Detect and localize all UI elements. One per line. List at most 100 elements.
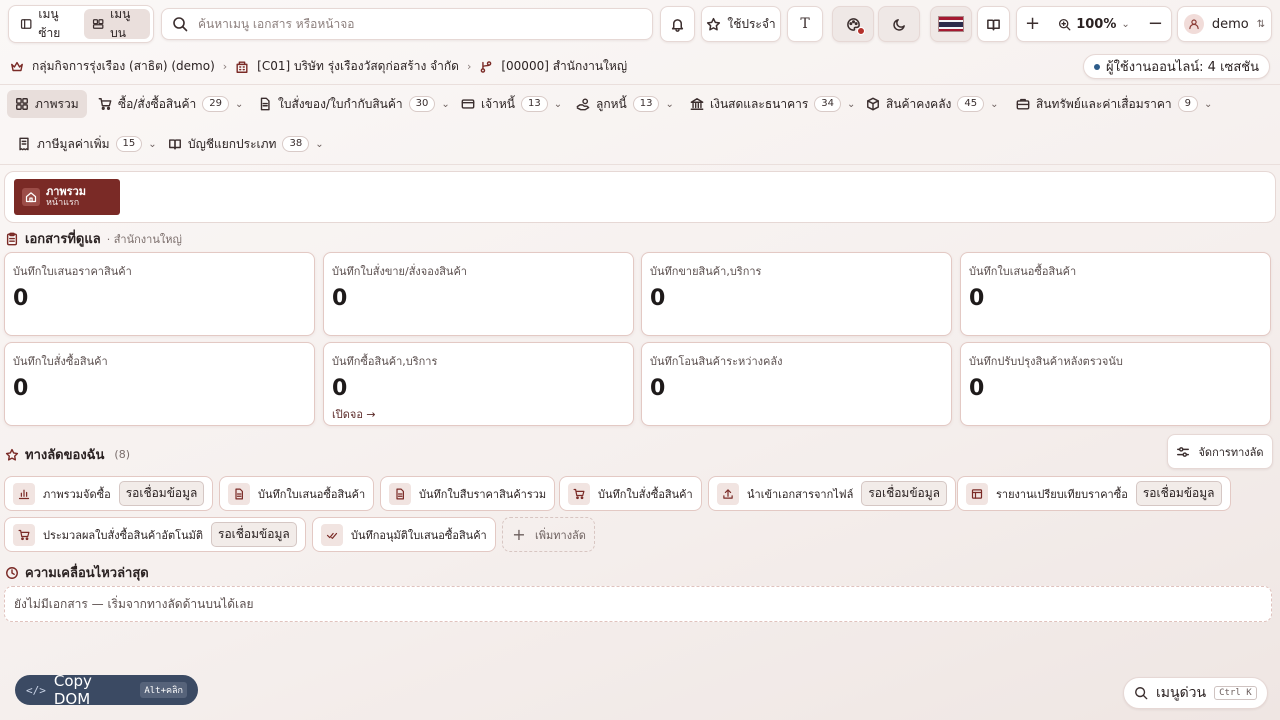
briefcase-icon — [1016, 98, 1030, 110]
shortcut-item[interactable]: บันทึกใบสั่งซื้อสินค้า — [559, 476, 702, 511]
menu-payable[interactable]: เจ้าหนี้ 13 ⌄ — [461, 90, 562, 118]
shortcut-label: ประมวลผลใบสั่งซื้อสินค้าอัตโนมัติ — [43, 528, 204, 542]
chevron-right-icon: › — [466, 60, 472, 73]
search-icon — [1135, 687, 1148, 700]
search-input[interactable]: ค้นหาเมนู เอกสาร หรือหน้าจอ — [161, 8, 653, 40]
recent-empty-text: ยังไม่มีเอกสาร — เริ่มจากทางลัดด้านบนได้… — [14, 596, 254, 611]
breadcrumb-company[interactable]: [C01] บริษัท รุ่งเรืองวัสดุก่อสร้าง จำกั… — [257, 57, 459, 76]
palette-color-dot — [857, 27, 865, 35]
menu-ledger[interactable]: บัญชีแยกประเภท 38 ⌄ — [168, 130, 324, 158]
star-icon — [5, 448, 19, 461]
cart-icon — [13, 523, 35, 546]
favorites-button[interactable]: ใช้ประจำ — [701, 6, 781, 42]
copy-dom-shortcut: Alt+คลิก — [140, 682, 187, 698]
doc-card-count: 0 — [650, 376, 666, 401]
user-name: demo — [1211, 16, 1249, 32]
menu-cash-bank[interactable]: เงินสดและธนาคาร 34 ⌄ — [690, 90, 855, 118]
menu-payable-label: เจ้าหนี้ — [481, 96, 515, 111]
shortcut-label: บันทึกใบสั่งซื้อสินค้า — [598, 487, 693, 501]
doc-card-label: บันทึกโอนสินค้าระหว่างคลัง — [650, 355, 783, 368]
search-icon — [173, 17, 188, 32]
menu-top-option[interactable]: เมนูบน — [83, 7, 150, 40]
menu-purchase[interactable]: ซื้อ/สั่งซื้อสินค้า 29 ⌄ — [98, 90, 243, 118]
menu-inventory[interactable]: สินค้าคงคลัง 45 ⌄ — [866, 90, 999, 118]
menu-inventory-label: สินค้าคงคลัง — [886, 96, 952, 111]
doc-card-count: 0 — [332, 376, 348, 401]
zoom-in-icon[interactable]: + — [1025, 15, 1040, 33]
doc-card[interactable]: บันทึกโอนสินค้าระหว่างคลัง 0 — [641, 342, 952, 426]
shortcut-item[interactable]: รายงานเปรียบเทียบราคาซื้อ รอเชื่อมข้อมูล — [957, 476, 1231, 511]
open-screen-link[interactable]: เปิดจอ → — [332, 405, 625, 423]
menu-overview[interactable]: ภาพรวม — [7, 90, 87, 118]
copy-dom-label: Copy DOM — [53, 672, 92, 708]
font-size-button[interactable]: T — [787, 6, 823, 42]
breadcrumb-branch[interactable]: [00000] สำนักงานใหญ่ — [501, 57, 627, 76]
chevron-down-icon: ⌄ — [847, 98, 856, 110]
manage-shortcuts-button[interactable]: จัดการทางลัด — [1167, 434, 1273, 469]
home-icon — [22, 188, 40, 206]
doc-card-label: บันทึกปรับปรุงสินค้าหลังตรวจนับ — [969, 355, 1123, 368]
doc-card[interactable]: บันทึกซื้อสินค้า,บริการ 0 เปิดจอ → — [323, 342, 634, 426]
card-icon — [461, 99, 475, 109]
menu-layout-toggle: เมนูซ้าย เมนูบน — [8, 5, 154, 43]
search-placeholder: ค้นหาเมนู เอกสาร หรือหน้าจอ — [198, 16, 355, 31]
cart-icon — [98, 98, 112, 110]
menu-vat[interactable]: ภาษีมูลค่าเพิ่ม 15 ⌄ — [17, 130, 157, 158]
doc-card[interactable]: บันทึกปรับปรุงสินค้าหลังตรวจนับ 0 — [960, 342, 1271, 426]
cart-icon — [568, 482, 590, 505]
menu-receivable-label: ลูกหนี้ — [596, 96, 627, 111]
shortcut-item[interactable]: ภาพรวมจัดซื้อ รอเชื่อมข้อมูล — [4, 476, 214, 511]
menu-ledger-label: บัญชีแยกประเภท — [188, 136, 277, 151]
theme-palette-button[interactable] — [832, 6, 874, 42]
shortcut-item[interactable]: บันทึกใบเสนอซื้อสินค้า — [219, 476, 375, 511]
doc-card[interactable]: บันทึกใบเสนอราคาสินค้า 0 — [4, 252, 315, 336]
zoom-out-icon[interactable]: − — [1148, 15, 1163, 33]
recent-empty-state: ยังไม่มีเอกสาร — เริ่มจากทางลัดด้านบนได้… — [4, 586, 1272, 622]
shortcut-item[interactable]: บันทึกใบสืบราคาสินค้ารวม — [380, 476, 556, 511]
chevron-down-icon: ⌄ — [553, 98, 563, 110]
manual-button[interactable] — [977, 6, 1010, 42]
online-users-badge[interactable]: ผู้ใช้งานออนไลน์: 4 เซสชัน — [1082, 54, 1270, 79]
doc-card[interactable]: บันทึกใบสั่งซื้อสินค้า 0 — [4, 342, 315, 426]
doc-card[interactable]: บันทึกใบสั่งขาย/สั่งจองสินค้า 0 — [323, 252, 634, 336]
menu-assets-label: สินทรัพย์และค่าเสื่อมราคา — [1036, 96, 1172, 111]
notification-button[interactable] — [660, 6, 695, 42]
tab-home[interactable]: ภาพรวม หน้าแรก — [14, 179, 120, 215]
shortcut-item[interactable]: บันทึกอนุมัติใบเสนอซื้อสินค้า — [312, 517, 496, 552]
user-menu[interactable]: demo ⇅ — [1177, 6, 1272, 42]
grid-icon — [92, 19, 104, 29]
star-icon — [707, 17, 721, 30]
shortcut-item[interactable]: ประมวลผลใบสั่งซื้อสินค้าอัตโนมัติ รอเชื่… — [4, 517, 306, 552]
open-book-icon — [169, 139, 181, 150]
shortcuts-count: (8) — [114, 448, 131, 461]
menu-vat-label: ภาษีมูลค่าเพิ่ม — [37, 136, 110, 151]
menu-ledger-count: 38 — [282, 136, 310, 152]
quick-menu-button[interactable]: เมนูด่วน Ctrl K — [1123, 677, 1268, 709]
receipt-icon — [19, 137, 29, 151]
dark-mode-button[interactable] — [878, 6, 920, 42]
doc-card-count: 0 — [13, 286, 29, 311]
doc-card[interactable]: บันทึกขายสินค้า,บริการ 0 — [641, 252, 952, 336]
chevron-down-icon: ⌄ — [315, 138, 324, 150]
breadcrumb-group[interactable]: กลุ่มกิจการรุ่งเรือง (สาธิต) (demo) — [32, 57, 215, 76]
menu-assets-count: 9 — [1177, 96, 1198, 112]
menu-left-option[interactable]: เมนูซ้าย — [12, 7, 84, 40]
language-button[interactable] — [930, 6, 972, 42]
add-shortcut-button[interactable]: + เพิ่มทางลัด — [502, 517, 595, 552]
doc-card-label: บันทึกใบเสนอราคาสินค้า — [13, 265, 132, 278]
doc-card-count: 0 — [969, 286, 985, 311]
moon-icon — [892, 18, 905, 31]
chevron-down-icon: ⌄ — [148, 138, 157, 150]
menu-receivable[interactable]: ลูกหนี้ 13 ⌄ — [576, 90, 674, 118]
shortcut-item[interactable]: นำเข้าเอกสารจากไฟล์ รอเชื่อมข้อมูล — [708, 476, 957, 511]
crown-icon — [11, 61, 23, 71]
docs-subtitle: · สำนักงานใหญ่ — [106, 232, 182, 246]
zoom-level-select[interactable]: 100% ⌄ — [1058, 17, 1130, 32]
zoom-control: + 100% ⌄ − — [1016, 6, 1172, 42]
menu-invoice[interactable]: ใบสั่งของ/ใบกำกับสินค้า 30 ⌄ — [258, 90, 450, 118]
menu-invoice-label: ใบสั่งของ/ใบกำกับสินค้า — [278, 96, 403, 111]
doc-card[interactable]: บันทึกใบเสนอซื้อสินค้า 0 — [960, 252, 1271, 336]
document-icon — [260, 97, 270, 111]
menu-assets[interactable]: สินทรัพย์และค่าเสื่อมราคา 9 ⌄ — [1016, 90, 1212, 118]
copy-dom-button[interactable]: </> Copy DOM Alt+คลิก — [15, 672, 198, 708]
